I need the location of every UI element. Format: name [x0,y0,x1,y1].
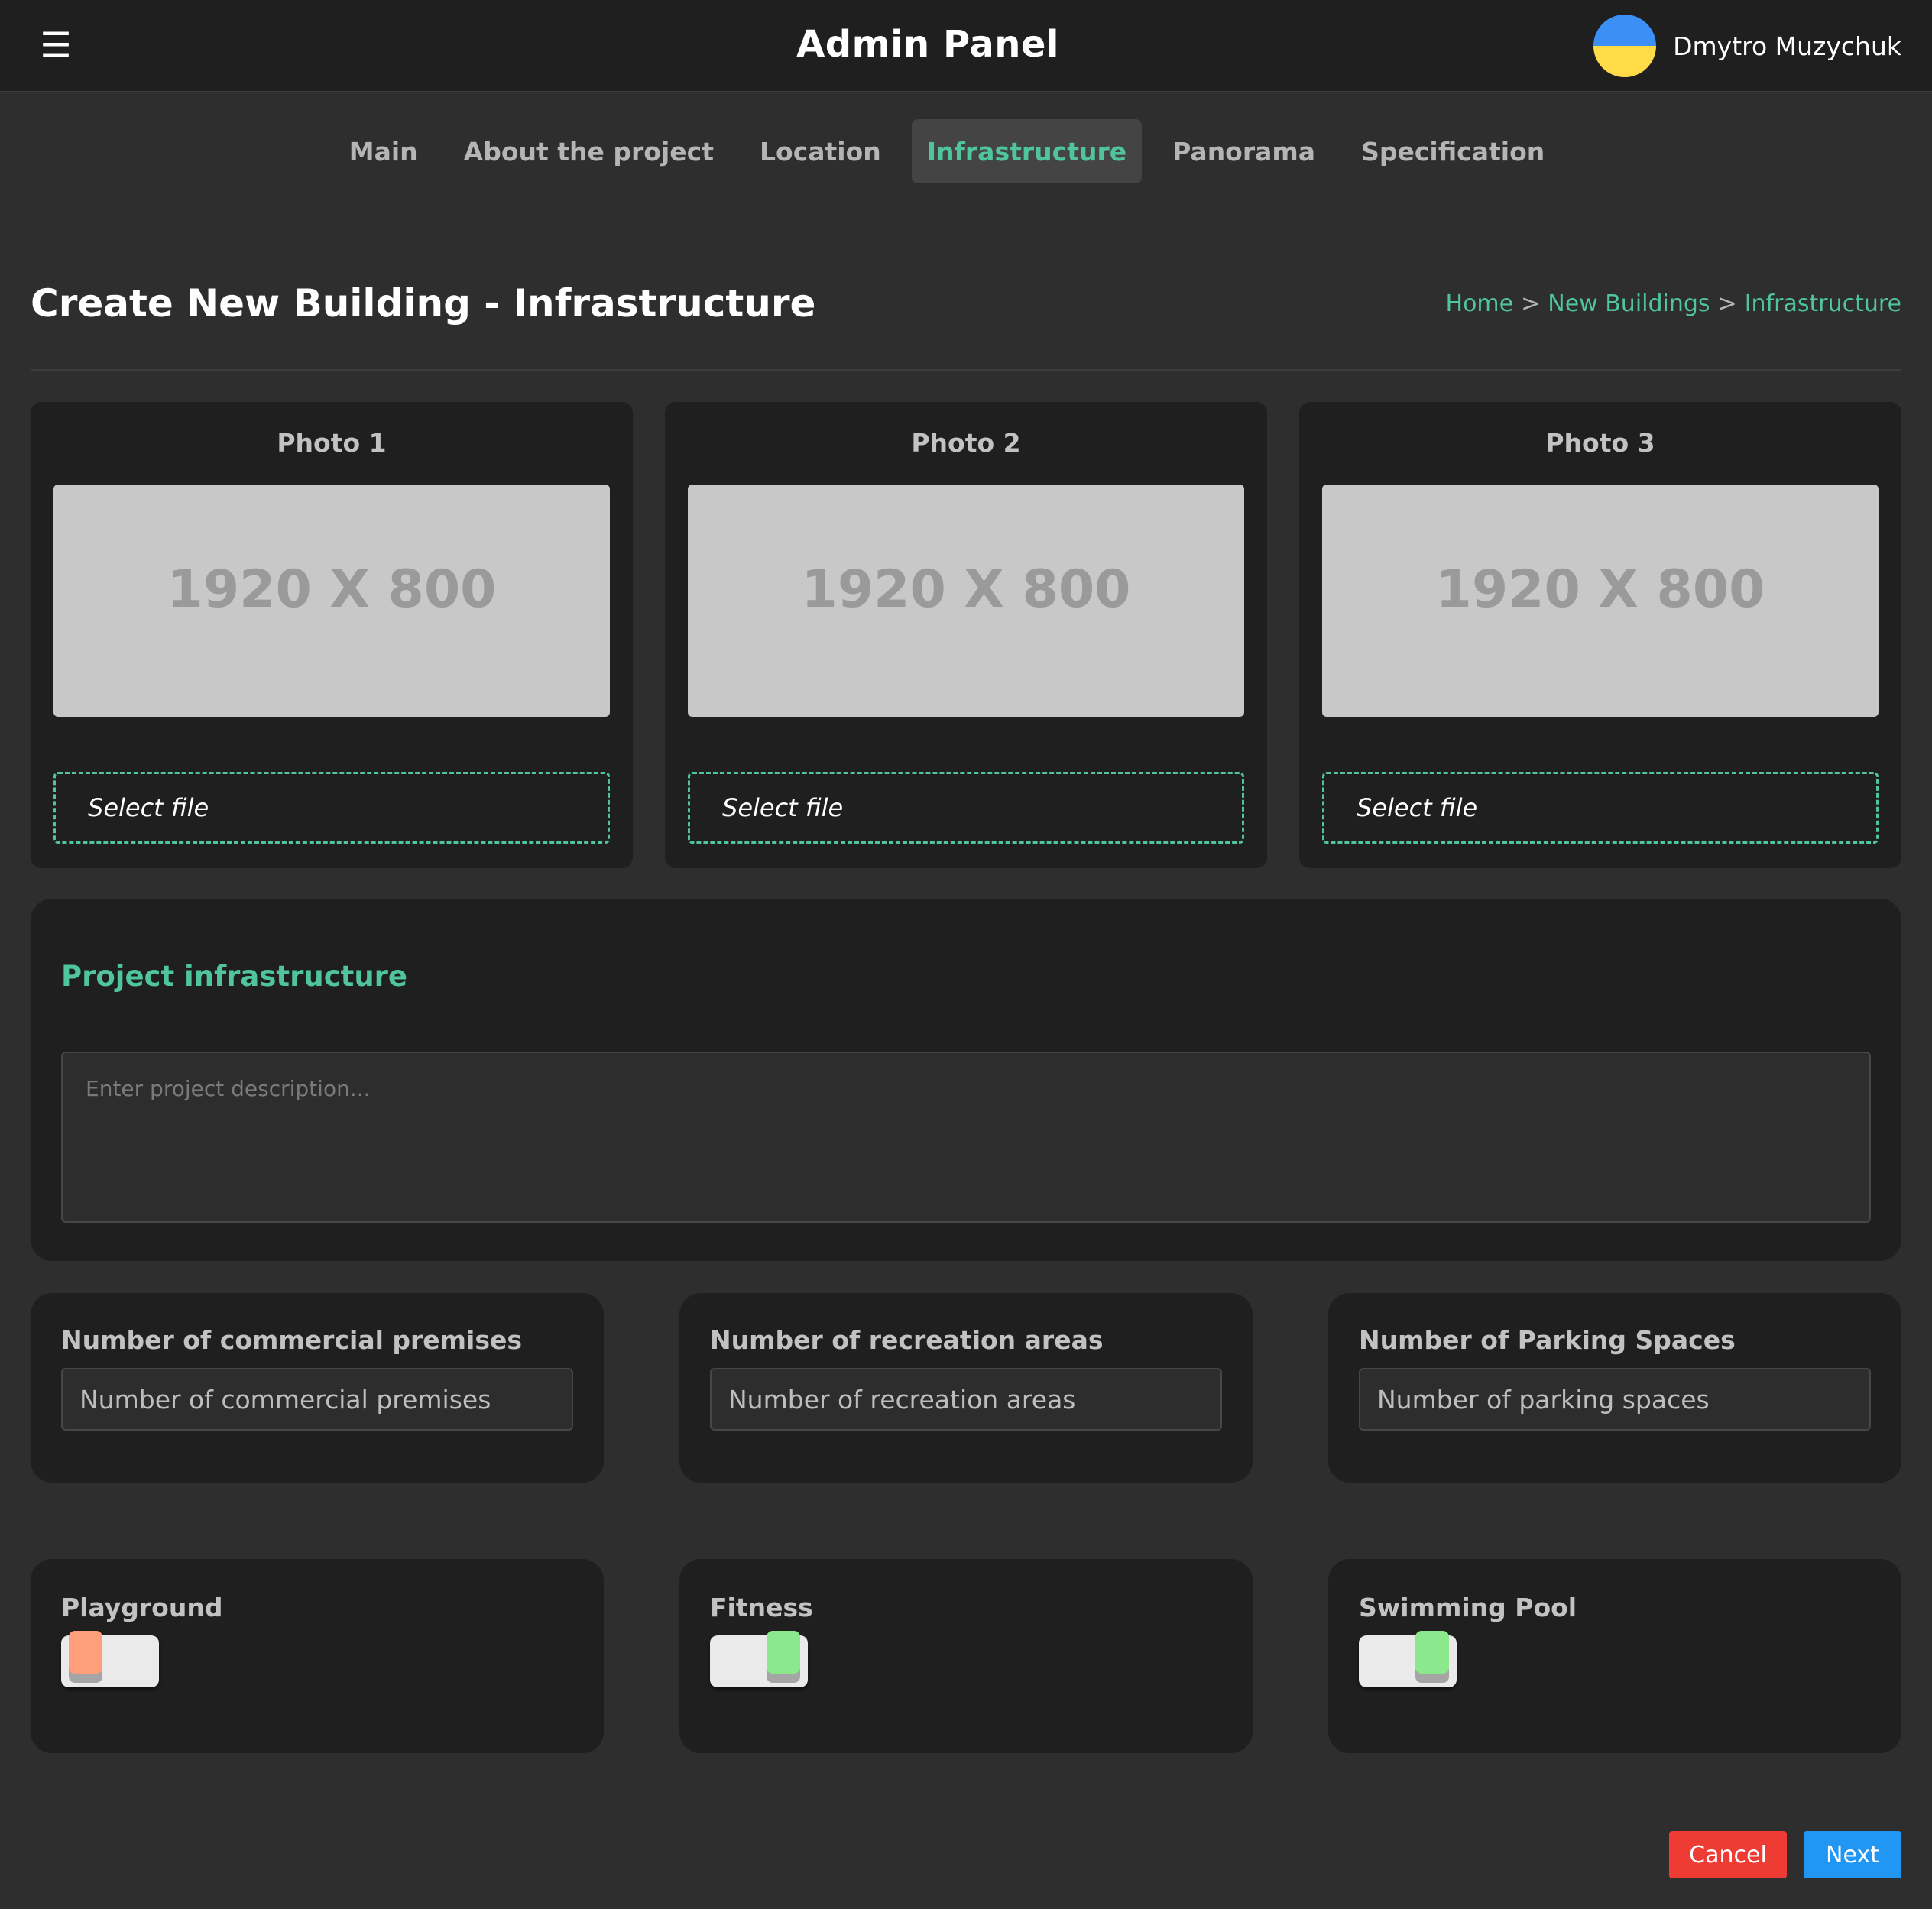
project-infrastructure-card: Project infrastructure Enter project des… [31,899,1901,1261]
swimming-pool-toggle[interactable] [1359,1631,1457,1687]
photo-card-3: Photo 3 1920 X 800 Select file [1299,402,1901,868]
photo-title: Photo 1 [277,428,387,458]
toggle-knob [69,1631,102,1674]
placeholder-size-label: 1920 X 800 [1435,559,1765,620]
photo-card-1: Photo 1 1920 X 800 Select file [31,402,633,868]
user-name[interactable]: Dmytro Muzychuk [1673,31,1901,61]
tab-about-the-project[interactable]: About the project [449,119,729,183]
project-infrastructure-title: Project infrastructure [61,960,407,993]
tab-infrastructure[interactable]: Infrastructure [911,119,1143,183]
breadcrumb-separator: > [1717,290,1737,317]
commercial-premises-label: Number of commercial premises [61,1325,523,1355]
header-divider [31,369,1901,371]
user-menu[interactable]: Dmytro Muzychuk [1593,14,1901,78]
breadcrumb-separator: > [1521,290,1541,317]
fitness-label: Fitness [710,1593,813,1622]
playground-toggle[interactable] [61,1631,159,1687]
tab-specification[interactable]: Specification [1346,119,1560,183]
tab-location[interactable]: Location [744,119,896,183]
breadcrumb-new-buildings[interactable]: New Buildings [1548,290,1710,317]
parking-spaces-input[interactable]: Number of parking spaces [1359,1368,1871,1431]
avatar[interactable] [1593,15,1657,77]
parking-spaces-card: Number of Parking Spaces Number of parki… [1328,1293,1901,1483]
photo-title: Photo 3 [1545,428,1655,458]
photo-card-2: Photo 2 1920 X 800 Select file [665,402,1267,868]
photo-placeholder: 1920 X 800 [1322,485,1879,717]
top-bar: ☰ Admin Panel Dmytro Muzychuk [0,0,1932,92]
select-file-button[interactable]: Select file [1322,772,1879,844]
playground-card: Playground [31,1559,604,1753]
photo-placeholder: 1920 X 800 [53,485,610,717]
select-file-button[interactable]: Select file [53,772,610,844]
commercial-premises-card: Number of commercial premises Number of … [31,1293,604,1483]
section-tabs: Main About the project Location Infrastr… [0,119,1932,183]
toggle-knob [767,1631,800,1674]
photo-placeholder: 1920 X 800 [688,485,1244,717]
breadcrumb-infrastructure[interactable]: Infrastructure [1745,290,1901,317]
project-description-textarea[interactable]: Enter project description... [61,1052,1871,1223]
commercial-premises-input[interactable]: Number of commercial premises [61,1368,573,1431]
page-title: Create New Building - Infrastructure [31,281,816,326]
swimming-pool-card: Swimming Pool [1328,1559,1901,1753]
breadcrumb: Home > New Buildings > Infrastructure [1446,290,1901,317]
toggle-knob [1415,1631,1449,1674]
recreation-areas-label: Number of recreation areas [710,1325,1104,1355]
next-button[interactable]: Next [1804,1831,1901,1878]
placeholder-size-label: 1920 X 800 [801,559,1131,620]
tab-panorama[interactable]: Panorama [1157,119,1331,183]
placeholder-size-label: 1920 X 800 [167,559,497,620]
tab-main[interactable]: Main [334,119,433,183]
fitness-card: Fitness [679,1559,1253,1753]
playground-label: Playground [61,1593,223,1622]
recreation-areas-input[interactable]: Number of recreation areas [710,1368,1222,1431]
select-file-button[interactable]: Select file [688,772,1244,844]
breadcrumb-home[interactable]: Home [1446,290,1514,317]
parking-spaces-label: Number of Parking Spaces [1359,1325,1736,1355]
swimming-pool-label: Swimming Pool [1359,1593,1577,1622]
cancel-button[interactable]: Cancel [1669,1831,1787,1878]
fitness-toggle[interactable] [710,1631,808,1687]
photo-title: Photo 2 [911,428,1021,458]
recreation-areas-card: Number of recreation areas Number of rec… [679,1293,1253,1483]
